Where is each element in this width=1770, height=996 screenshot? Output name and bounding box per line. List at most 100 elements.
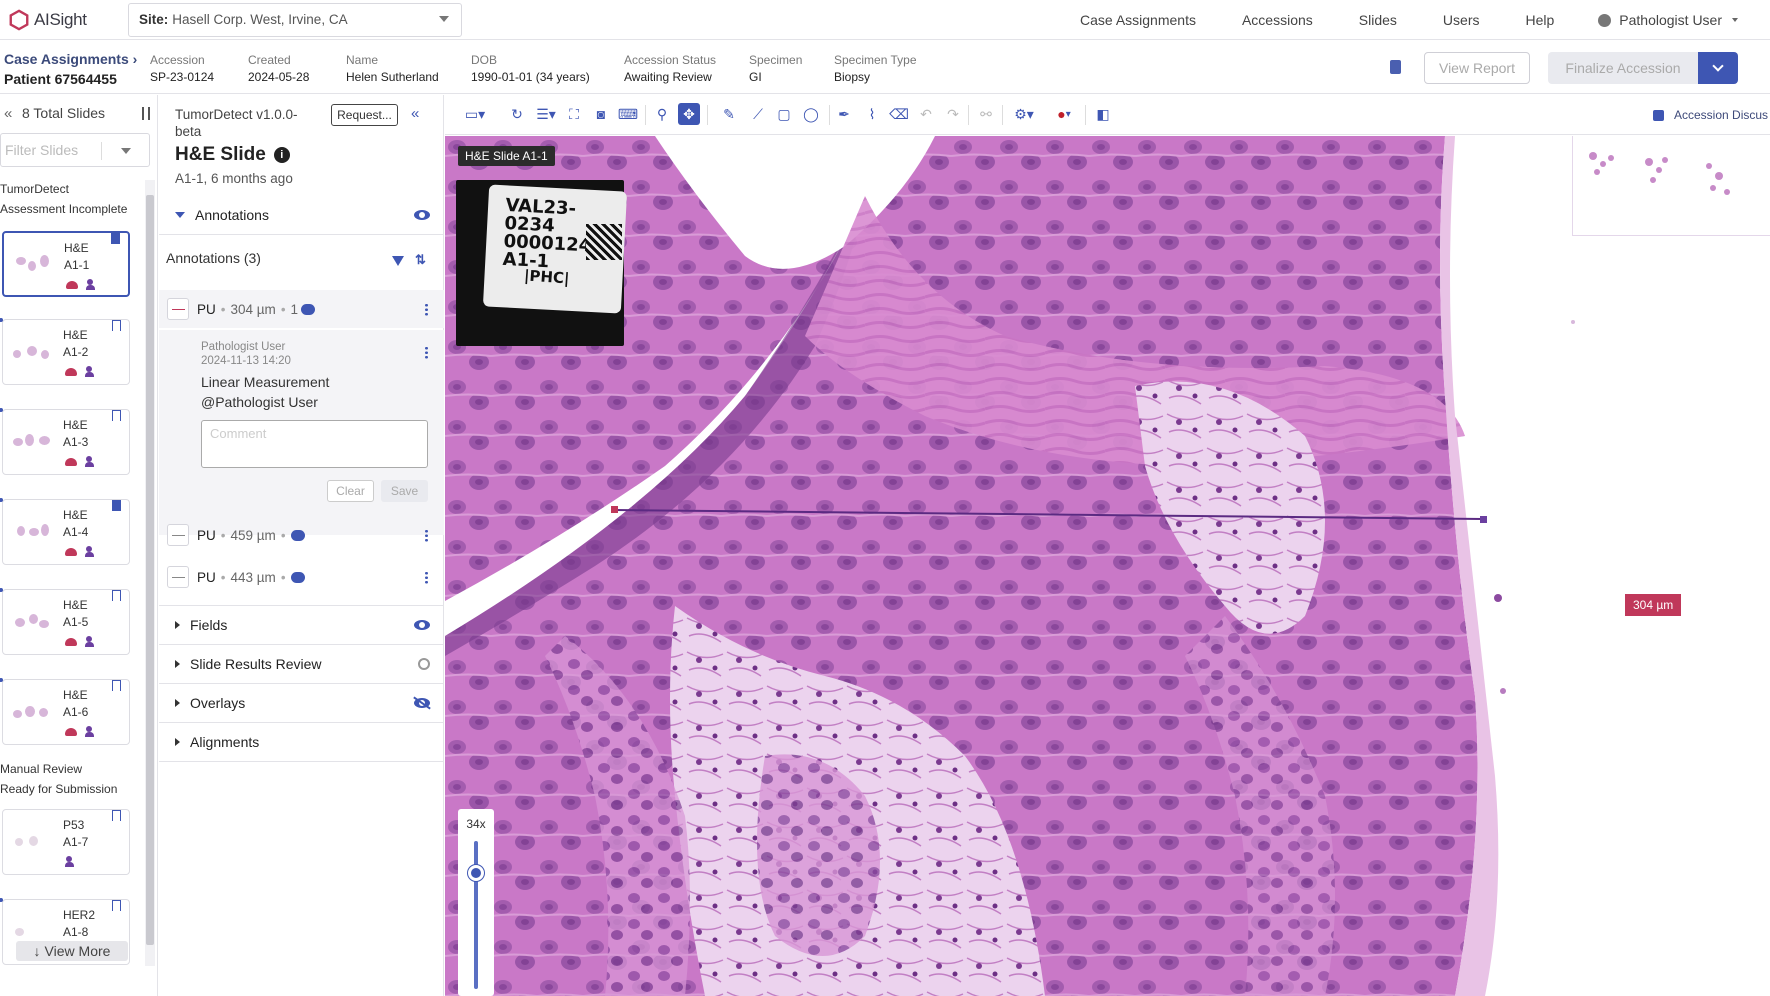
rotate-icon[interactable]: ↻ bbox=[508, 105, 526, 123]
bookmark-icon[interactable] bbox=[111, 233, 120, 244]
tissue-image[interactable] bbox=[445, 136, 1770, 996]
slide-thumb-2[interactable]: H&E A1-2 bbox=[0, 318, 130, 385]
logo[interactable]: AISight bbox=[8, 8, 120, 31]
finalize-dropdown-button[interactable] bbox=[1698, 52, 1738, 84]
bookmark-icon[interactable] bbox=[112, 810, 121, 821]
slide-viewer[interactable]: H&E Slide A1-1 VAL23-0234 0000124 A1-1 |… bbox=[445, 136, 1770, 996]
stamp-icon[interactable]: ⚲ bbox=[653, 105, 671, 123]
chat-icon[interactable] bbox=[290, 529, 305, 541]
nav-users[interactable]: Users bbox=[1443, 12, 1480, 28]
fullscreen-icon[interactable]: ⛶ bbox=[565, 105, 583, 123]
document-icon[interactable] bbox=[1390, 60, 1401, 74]
chat-icon[interactable] bbox=[290, 571, 305, 583]
pause-bars-icon[interactable] bbox=[142, 107, 150, 120]
clear-button[interactable]: Clear bbox=[327, 480, 374, 502]
eye-icon[interactable] bbox=[414, 620, 430, 630]
eraser-icon[interactable]: ⌫ bbox=[889, 105, 909, 123]
measurement-label[interactable]: 304 µm bbox=[1625, 594, 1682, 616]
person-icon bbox=[85, 456, 94, 467]
request-button[interactable]: Request... bbox=[331, 104, 398, 126]
chat-icon[interactable] bbox=[301, 303, 316, 315]
finalize-accession-button[interactable]: Finalize Accession bbox=[1548, 52, 1698, 84]
bookmark-icon[interactable] bbox=[112, 900, 121, 911]
kebab-menu-icon[interactable] bbox=[425, 570, 428, 584]
slide-thumb-4[interactable]: H&E A1-4 bbox=[0, 498, 130, 565]
zoom-slider-track[interactable] bbox=[474, 841, 478, 989]
site-select[interactable]: Site: Hasell Corp. West, Irvine, CA bbox=[128, 2, 462, 37]
section-fields[interactable]: Fields bbox=[159, 605, 444, 645]
accession-discussion-button[interactable]: Accession Discus bbox=[1653, 108, 1768, 122]
pen-icon[interactable]: ✒ bbox=[835, 105, 853, 123]
eye-off-icon[interactable] bbox=[414, 698, 430, 708]
save-button[interactable]: Save bbox=[381, 480, 428, 502]
collapse-double-chevron-icon[interactable]: « bbox=[4, 105, 18, 122]
list-menu-icon[interactable]: ☰▾ bbox=[533, 105, 559, 123]
bookmark-icon[interactable] bbox=[112, 320, 121, 331]
person-icon bbox=[85, 546, 94, 557]
section-alignments[interactable]: Alignments bbox=[159, 723, 444, 762]
undo-icon[interactable]: ↶ bbox=[917, 105, 935, 123]
view-more-button[interactable]: ↓ View More bbox=[16, 941, 128, 961]
slides-scroll-thumb[interactable] bbox=[146, 195, 154, 945]
user-icon bbox=[1598, 13, 1612, 27]
bookmark-icon[interactable] bbox=[112, 590, 121, 601]
comment-kebab-icon[interactable] bbox=[425, 346, 428, 359]
redo-icon[interactable]: ↷ bbox=[944, 105, 962, 123]
pan-tool-icon[interactable]: ✥ bbox=[678, 103, 700, 125]
slide-thumb-1[interactable]: H&E A1-1 bbox=[2, 231, 130, 297]
measurement-handle-end[interactable] bbox=[1480, 516, 1487, 523]
user-name: Pathologist User bbox=[1619, 12, 1722, 28]
user-menu[interactable]: Pathologist User bbox=[1598, 12, 1738, 28]
zoom-control[interactable]: 34x bbox=[458, 809, 494, 996]
slide-thumb-3[interactable]: H&E A1-3 bbox=[0, 408, 130, 475]
rectangle-icon[interactable]: ▢ bbox=[775, 105, 793, 123]
breadcrumb-case-assignments[interactable]: Case Assignments › bbox=[4, 51, 137, 67]
ruler-line-icon[interactable]: ⟋ bbox=[749, 105, 767, 123]
view-report-button[interactable]: View Report bbox=[1424, 52, 1530, 84]
slide-thumb-6[interactable]: H&E A1-6 bbox=[0, 678, 130, 745]
annotation-row-3[interactable]: PU • 443 µm • bbox=[159, 558, 444, 596]
section-overlays[interactable]: Overlays bbox=[159, 684, 444, 723]
brush-icon[interactable]: ⌇ bbox=[863, 105, 881, 123]
section-annotations[interactable]: Annotations bbox=[159, 195, 444, 235]
filter-icon[interactable] bbox=[392, 256, 404, 266]
display-menu-icon[interactable]: ▭▾ bbox=[461, 105, 489, 123]
kebab-menu-icon[interactable] bbox=[425, 302, 428, 316]
collapse-panel-icon[interactable]: « bbox=[411, 105, 419, 122]
compare-icon[interactable]: ◧ bbox=[1094, 105, 1112, 123]
section-slide-results-review[interactable]: Slide Results Review bbox=[159, 645, 444, 684]
ellipse-icon[interactable]: ◯ bbox=[802, 105, 820, 123]
bookmark-icon[interactable] bbox=[112, 500, 121, 511]
mini-map[interactable] bbox=[1572, 136, 1770, 236]
slide-thumb-7[interactable]: P53 A1-7 bbox=[2, 809, 130, 875]
zoom-slider-knob[interactable] bbox=[468, 865, 484, 881]
slide-label-tag: H&E Slide A1-1 bbox=[458, 146, 555, 166]
slide-preview bbox=[9, 424, 55, 460]
nav-accessions[interactable]: Accessions bbox=[1242, 12, 1313, 28]
site-label: Site: bbox=[139, 12, 169, 27]
sort-icon[interactable]: ⇅ bbox=[415, 252, 426, 268]
filter-slides-select[interactable]: Filter Slides bbox=[0, 133, 150, 167]
keyboard-icon[interactable]: ⌨ bbox=[618, 105, 638, 123]
measurement-handle-start[interactable] bbox=[611, 506, 618, 513]
settings-gear-icon[interactable]: ⚙▾ bbox=[1010, 105, 1038, 123]
kebab-menu-icon[interactable] bbox=[425, 528, 428, 542]
eye-icon[interactable] bbox=[414, 209, 430, 220]
nav-slides[interactable]: Slides bbox=[1359, 12, 1397, 28]
annotation-row-1[interactable]: PU • 304 µm • 1 bbox=[159, 290, 444, 328]
nodes-icon[interactable]: ⚯ bbox=[977, 105, 995, 123]
color-picker-icon[interactable]: ● ▾ bbox=[1050, 105, 1078, 123]
discussion-icon bbox=[1653, 109, 1664, 121]
nav-case-assignments[interactable]: Case Assignments bbox=[1080, 12, 1196, 28]
info-icon[interactable]: i bbox=[273, 147, 290, 163]
bookmark-icon[interactable] bbox=[112, 410, 121, 421]
bookmark-icon[interactable] bbox=[112, 680, 121, 691]
slide-thumb-5[interactable]: H&E A1-5 bbox=[0, 588, 130, 655]
annotation-row-2[interactable]: PU • 459 µm • bbox=[159, 516, 444, 554]
cloud-icon bbox=[65, 458, 77, 466]
nav-help[interactable]: Help bbox=[1525, 12, 1554, 28]
pencil-icon[interactable]: ✎ bbox=[720, 105, 738, 123]
comment-input[interactable]: Comment bbox=[201, 420, 428, 468]
camera-icon[interactable]: ◙ bbox=[592, 105, 610, 123]
slide-subtitle: A1-1, 6 months ago bbox=[175, 171, 293, 186]
